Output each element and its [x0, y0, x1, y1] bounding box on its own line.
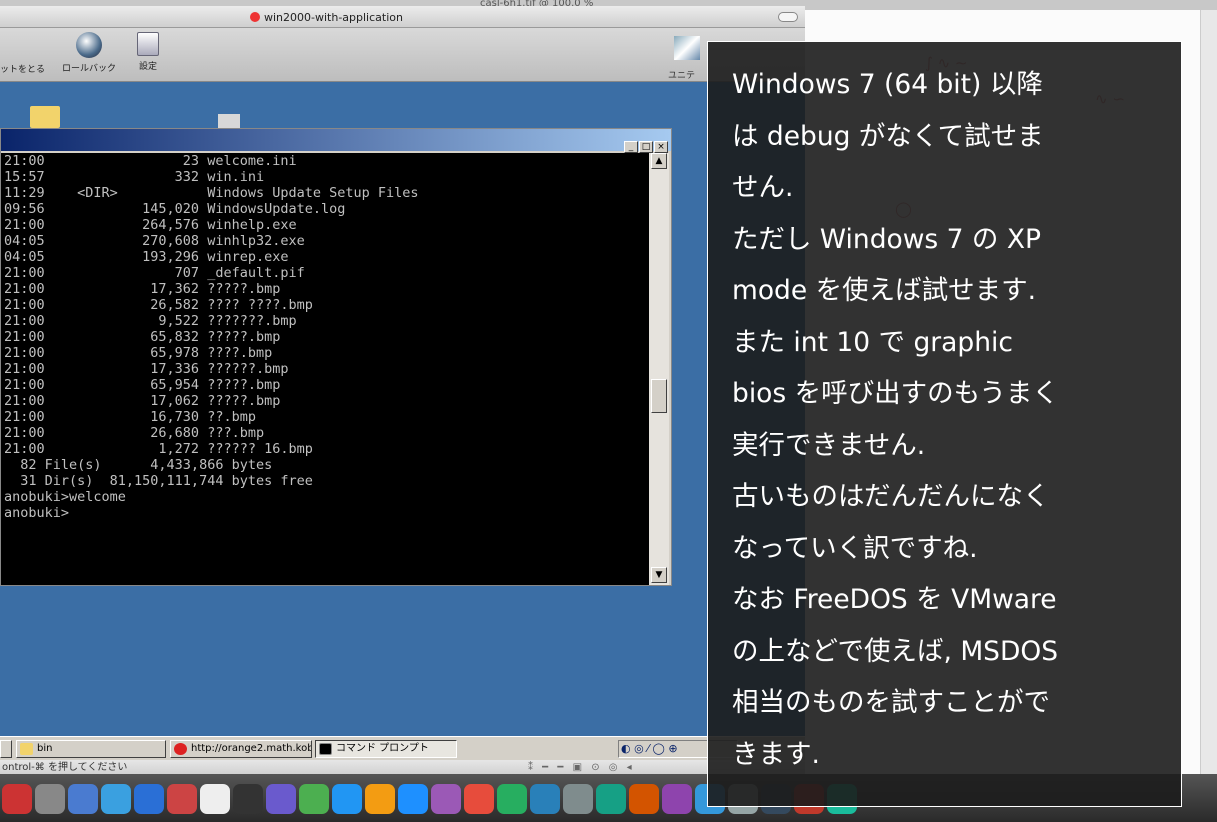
- console-line: 09:56 145,020 WindowsUpdate.log: [4, 201, 346, 217]
- app-icon[interactable]: [629, 784, 659, 814]
- unity-icon[interactable]: [674, 36, 700, 60]
- caption-line: Windows 7 (64 bit) 以降: [732, 69, 1043, 100]
- caption-line: ただし Windows 7 の XP: [732, 223, 1041, 255]
- calendar-icon[interactable]: [167, 784, 197, 814]
- caption-line: 実行できません.: [732, 429, 926, 461]
- caption-line: なっていく訳ですね.: [732, 532, 978, 564]
- console-line: 21:00 17,062 ?????.bmp: [4, 393, 281, 409]
- caption-line: mode を使えば試せます.: [732, 275, 1036, 306]
- vmware-window: win2000-with-application ットをとる ロールバック 設定…: [0, 6, 805, 822]
- console-line: 21:00 1,272 ?????? 16.bmp: [4, 441, 313, 457]
- terminal-icon[interactable]: [233, 784, 263, 814]
- console-line: 21:00 23 welcome.ini: [4, 153, 297, 169]
- command-prompt-window: _ □ × 21:00 23 welcome.ini 15:57 332 win.in…: [0, 128, 672, 586]
- settings-icon: [137, 32, 159, 56]
- app-icon[interactable]: [2, 784, 32, 814]
- console-line: 82 File(s) 4,433,866 bytes: [4, 457, 273, 473]
- unity-label: ユニテ: [668, 71, 696, 81]
- settings-button[interactable]: 設定: [137, 32, 159, 72]
- console-scrollbar[interactable]: ▲ ▼: [649, 153, 669, 585]
- toolbar-toggle-button[interactable]: [778, 12, 798, 22]
- app-icon[interactable]: [299, 784, 329, 814]
- taskbar-item-bin[interactable]: bin: [16, 740, 166, 758]
- x11-icon[interactable]: [200, 784, 230, 814]
- caption-line: bios を呼び出すのもうまく: [732, 378, 1059, 409]
- skype-icon[interactable]: [398, 784, 428, 814]
- rollback-icon: [76, 32, 102, 58]
- console-icon: [319, 743, 332, 755]
- console-line: 21:00 26,582 ???? ????.bmp: [4, 297, 313, 313]
- app-icon[interactable]: [563, 784, 593, 814]
- vmware-toolbar: ットをとる ロールバック 設定 ユニテ: [0, 28, 805, 82]
- caption-line: の上などで使えば, MSDOS: [732, 635, 1059, 667]
- console-line: 21:00 17,336 ??????.bmp: [4, 361, 289, 377]
- console-line: 21:00 9,522 ???????.bmp: [4, 313, 297, 329]
- caption-line: 古いものはだんだんになく: [732, 481, 1050, 512]
- caption-box: Windows 7 (64 bit) 以降は debug がなくて試せま せん. た…: [707, 41, 1182, 807]
- app-icon[interactable]: [266, 784, 296, 814]
- rollback-button[interactable]: ロールバック: [62, 32, 116, 74]
- vlc-icon[interactable]: [365, 784, 395, 814]
- app-icon[interactable]: [497, 784, 527, 814]
- console-line: 21:00 26,680 ???.bmp: [4, 425, 265, 441]
- taskbar-item-command-prompt[interactable]: コマンド プロンプト: [315, 740, 457, 758]
- caption-line: せん.: [732, 172, 794, 203]
- finder-icon[interactable]: [35, 784, 65, 814]
- snapshot-button[interactable]: ットをとる: [0, 62, 45, 75]
- console-line: 21:00 65,832 ?????.bmp: [4, 329, 281, 345]
- scroll-thumb[interactable]: [651, 379, 667, 413]
- folder-icon: [20, 743, 33, 755]
- console-line: 21:00 17,362 ?????.bmp: [4, 281, 281, 297]
- console-line: 04:05 193,296 winrep.exe: [4, 249, 289, 265]
- caption-line: また int 10 で graphic: [732, 326, 1013, 358]
- app-icon[interactable]: [662, 784, 692, 814]
- scroll-down-arrow-icon[interactable]: ▼: [651, 567, 667, 583]
- caption-line: きます.: [732, 738, 820, 770]
- opera-icon: [174, 743, 187, 755]
- scroll-up-arrow-icon[interactable]: ▲: [651, 153, 667, 169]
- window-controls: _ □ ×: [623, 134, 668, 153]
- console-line: 21:00 16,730 ??.bmp: [4, 409, 256, 425]
- console-line: 21:00 707 _default.pif: [4, 265, 305, 281]
- console-line: 21:00 65,978 ????.bmp: [4, 345, 273, 361]
- app-icon[interactable]: [596, 784, 626, 814]
- preview-icon[interactable]: [68, 784, 98, 814]
- caption-line: 相当のものを試すことがで: [732, 687, 1050, 718]
- taskbar-button-start[interactable]: [0, 740, 12, 758]
- safari-icon[interactable]: [101, 784, 131, 814]
- windows-taskbar: bin http://orange2.math.kob... コマンド プロンプ…: [0, 736, 805, 760]
- ichat-icon[interactable]: [134, 784, 164, 814]
- maximize-button[interactable]: □: [639, 141, 653, 153]
- desktop-folder-icon[interactable]: [30, 106, 60, 128]
- app-icon[interactable]: [332, 784, 362, 814]
- console-line: 15:57 332 win.ini: [4, 169, 265, 185]
- itunes-icon[interactable]: [464, 784, 494, 814]
- console-line: 21:00 65,954 ?????.bmp: [4, 377, 281, 393]
- console-line: 21:00 264,576 winhelp.exe: [4, 217, 297, 233]
- caption-line: なお FreeDOS を VMware: [732, 584, 1057, 615]
- console-line: 04:05 270,608 winhlp32.exe: [4, 233, 305, 249]
- console-output[interactable]: 21:00 23 welcome.ini 15:57 332 win.ini 11:…: [1, 153, 649, 585]
- console-line: anobuki>: [4, 505, 70, 521]
- close-button[interactable]: ×: [654, 141, 668, 153]
- vm-icon: [250, 12, 260, 22]
- screen: casl-6h1.tif @ 100.0 % ∫ ∿ ∼ ∿ ∽ ◯ win20…: [0, 0, 1217, 822]
- app-icon[interactable]: [530, 784, 560, 814]
- minimize-button[interactable]: _: [624, 141, 638, 153]
- vmware-title: win2000-with-application: [250, 11, 403, 24]
- command-prompt-titlebar[interactable]: _ □ ×: [1, 129, 671, 153]
- app-icon[interactable]: [431, 784, 461, 814]
- console-line: anobuki>welcome: [4, 489, 126, 505]
- console-line: 31 Dir(s) 81,150,111,744 bytes free: [4, 473, 313, 489]
- console-line: 11:29 <DIR> Windows Update Setup Files: [4, 185, 419, 201]
- background-scrollbar[interactable]: [1200, 10, 1217, 774]
- caption-line: は debug がなくて試せま: [732, 120, 1044, 152]
- vmware-titlebar[interactable]: win2000-with-application: [0, 6, 805, 28]
- taskbar-item-browser[interactable]: http://orange2.math.kob...: [170, 740, 312, 758]
- desktop-file-icon[interactable]: [218, 114, 240, 128]
